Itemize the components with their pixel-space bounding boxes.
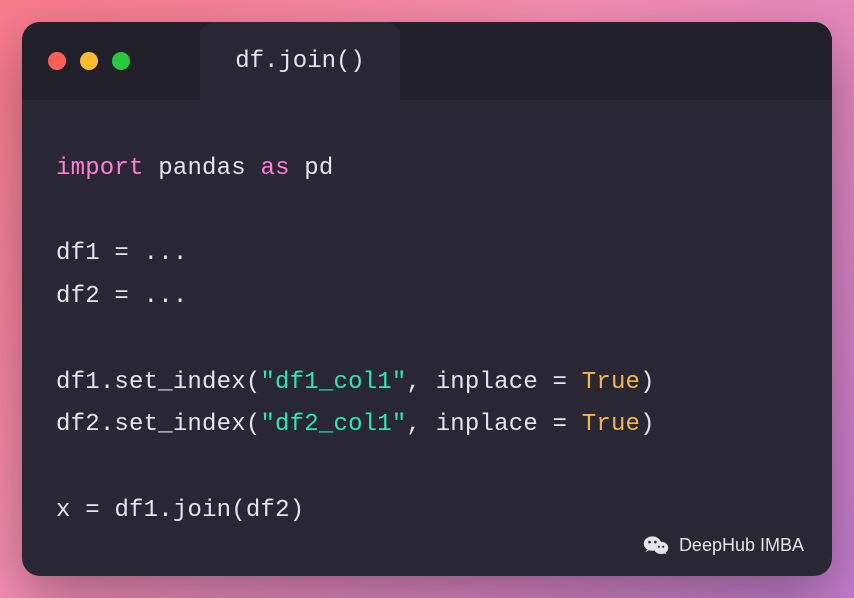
code-eq: =: [114, 240, 129, 267]
code-ellipsis: ...: [144, 283, 188, 310]
code-bool-true: True: [582, 369, 640, 396]
code-arg-inplace: inplace: [436, 411, 538, 438]
code-fn-join: join: [173, 497, 231, 524]
window-titlebar: df.join(): [22, 22, 832, 100]
code-eq: =: [114, 283, 129, 310]
code-string: "df2_col1": [260, 411, 406, 438]
maximize-icon[interactable]: [112, 52, 130, 70]
close-icon[interactable]: [48, 52, 66, 70]
code-obj-df1: df1: [114, 497, 158, 524]
code-comma: ,: [406, 369, 421, 396]
code-eq: =: [553, 411, 568, 438]
code-rparen: ): [640, 411, 655, 438]
traffic-lights: [48, 52, 130, 70]
code-fn-setindex: set_index: [114, 369, 245, 396]
code-dot: .: [100, 369, 115, 396]
tab-label: df.join(): [235, 48, 365, 75]
code-eq: =: [85, 497, 100, 524]
tab-title[interactable]: df.join(): [200, 22, 400, 100]
code-rparen: ): [640, 369, 655, 396]
code-arg-inplace: inplace: [436, 369, 538, 396]
code-keyword-as: as: [260, 155, 289, 182]
code-alias-pd: pd: [304, 155, 333, 182]
code-arg-df2: df2: [246, 497, 290, 524]
code-ellipsis: ...: [144, 240, 188, 267]
code-comma: ,: [406, 411, 421, 438]
code-var-df2: df2: [56, 283, 100, 310]
code-eq: =: [553, 369, 568, 396]
code-var-df1: df1: [56, 240, 100, 267]
code-rparen: ): [290, 497, 305, 524]
code-dot: .: [158, 497, 173, 524]
code-dot: .: [100, 411, 115, 438]
code-area: import pandas as pd df1 = ... df2 = ... …: [22, 100, 832, 576]
minimize-icon[interactable]: [80, 52, 98, 70]
watermark: DeepHub IMBA: [643, 532, 804, 558]
code-obj-df1: df1: [56, 369, 100, 396]
code-lparen: (: [231, 497, 246, 524]
code-fn-setindex: set_index: [114, 411, 245, 438]
watermark-text: DeepHub IMBA: [679, 535, 804, 556]
wechat-icon: [643, 532, 669, 558]
code-obj-df2: df2: [56, 411, 100, 438]
code-bool-true: True: [582, 411, 640, 438]
code-keyword-import: import: [56, 155, 144, 182]
code-lparen: (: [246, 411, 261, 438]
code-string: "df1_col1": [260, 369, 406, 396]
code-var-x: x: [56, 497, 71, 524]
code-module-pandas: pandas: [158, 155, 246, 182]
code-window: df.join() import pandas as pd df1 = ... …: [22, 22, 832, 576]
code-lparen: (: [246, 369, 261, 396]
